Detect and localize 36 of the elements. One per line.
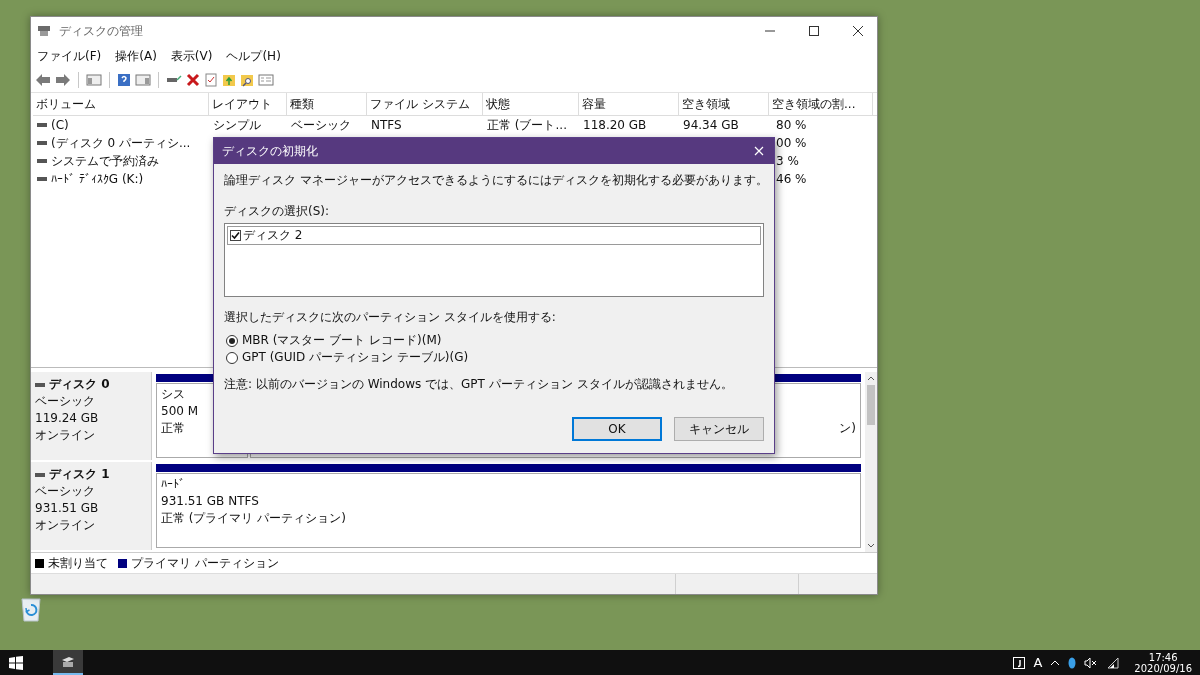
partition-text: 931.51 GB NTFS: [161, 493, 259, 510]
partition-text: シス: [161, 386, 185, 403]
table-cell: 94.34 GB: [683, 118, 739, 132]
disk-size: 931.51 GB: [35, 500, 99, 517]
disk-status: オンライン: [35, 517, 95, 534]
dialog-title: ディスクの初期化: [222, 142, 318, 160]
table-cell: 118.20 GB: [583, 118, 647, 132]
table-cell: NTFS: [371, 118, 402, 132]
partition-text: ﾊｰﾄﾞ: [161, 476, 185, 493]
disk-name: ディスク 1: [49, 466, 110, 483]
disk-size: 119.24 GB: [35, 410, 99, 427]
disk-status: オンライン: [35, 427, 95, 444]
disk-type: ベーシック: [35, 483, 95, 500]
table-cell: システムで予約済み: [51, 152, 159, 170]
list-label: ディスクの選択(S):: [224, 203, 330, 220]
disk-type: ベーシック: [35, 393, 95, 410]
dialog-message: 論理ディスク マネージャーがアクセスできるようにするにはディスクを初期化する必要があります。: [224, 172, 768, 189]
window-title: ディスクの管理: [59, 22, 143, 40]
legend-label: 未割り当て: [48, 554, 108, 572]
disk-name: ディスク 0: [49, 376, 110, 393]
partition-text: ン): [839, 420, 856, 437]
table-cell: ベーシック: [291, 118, 351, 132]
table-cell: 00 %: [776, 136, 807, 150]
legend-label: プライマリ パーティション: [131, 554, 279, 572]
table-cell: 46 %: [776, 172, 807, 186]
style-label: 選択したディスクに次のパーティション スタイルを使用する:: [224, 309, 556, 326]
table-cell: シンプル: [213, 118, 261, 132]
table-cell: ﾊｰﾄﾞ ﾃﾞｨｽｸG (K:): [51, 170, 144, 188]
partition-text: 正常 (プライマリ パーティション): [161, 510, 346, 527]
partition-text: 正常: [161, 420, 185, 437]
table-cell: 3 %: [776, 154, 799, 168]
table-cell: (ディスク 0 パーティシ...: [51, 134, 191, 152]
partition-text: 500 M: [161, 403, 199, 420]
table-cell: 正常 (ブート...: [487, 118, 567, 132]
table-cell: 80 %: [776, 118, 807, 132]
table-cell: (C): [51, 116, 69, 134]
